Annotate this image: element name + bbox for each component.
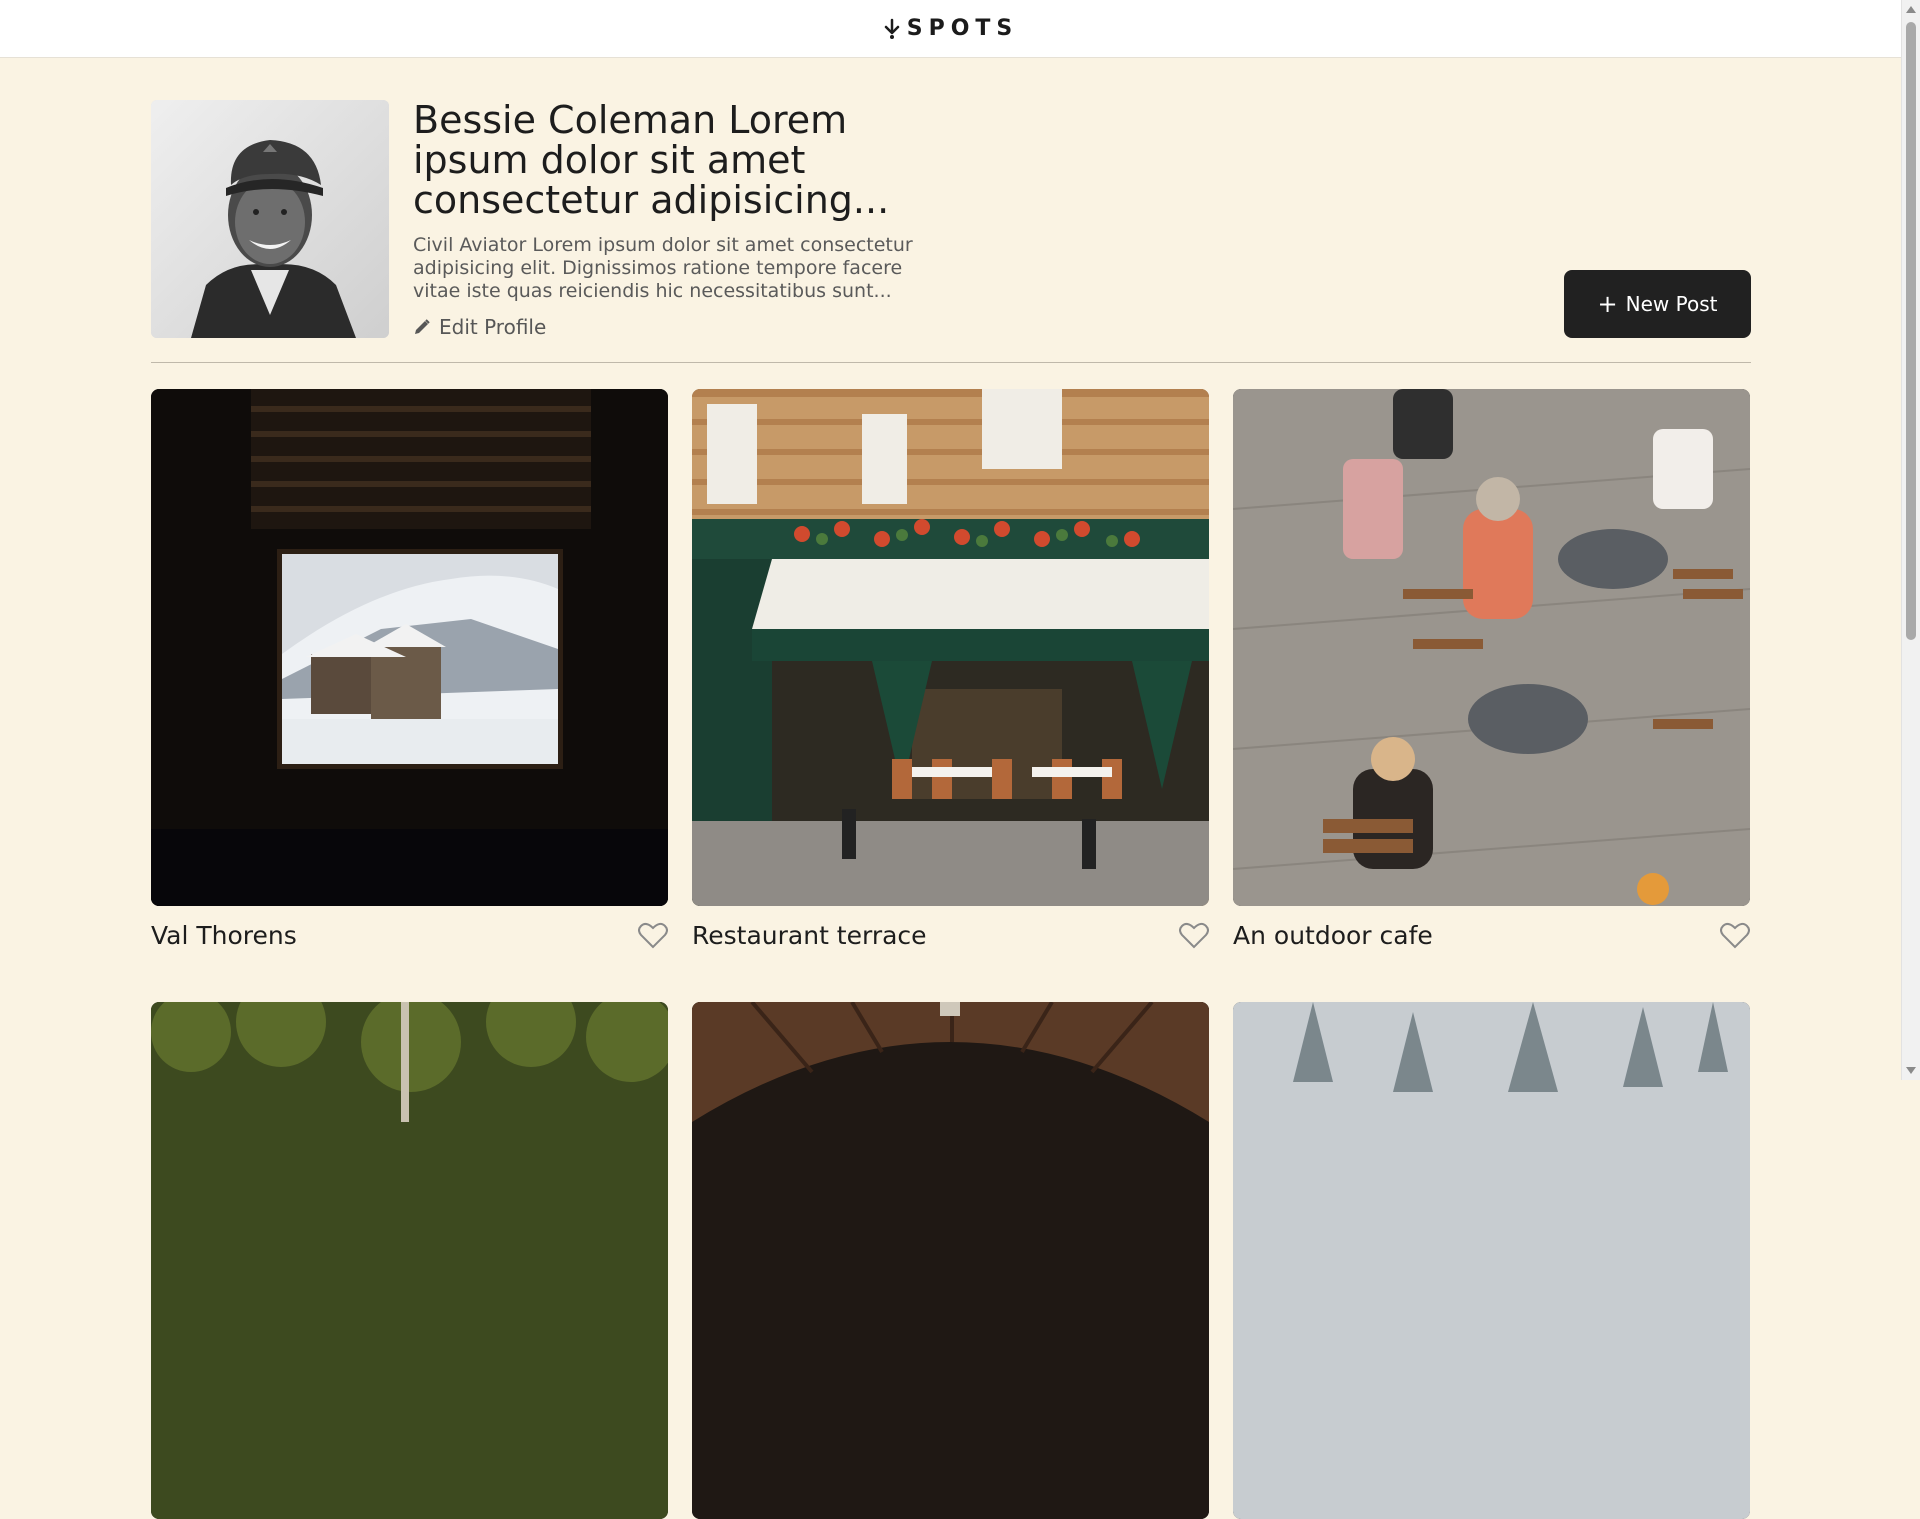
edit-profile-button[interactable]: Edit Profile: [413, 315, 546, 339]
window-snow-view-image: [151, 389, 668, 906]
card-footer: Restaurant terrace: [692, 920, 1209, 950]
profile-info: Bessie Coleman Lorem ipsum dolor sit ame…: [413, 100, 973, 340]
scroll-down-arrow-icon[interactable]: [1906, 1067, 1916, 1074]
profile-name: Bessie Coleman Lorem ipsum dolor sit ame…: [413, 98, 890, 222]
card-val-thorens: Val Thorens: [151, 389, 668, 950]
card-footer: An outdoor cafe: [1233, 920, 1750, 950]
card-image[interactable]: [1233, 389, 1750, 906]
card-footer: Val Thorens: [151, 920, 668, 950]
cafe-tables-image: [1233, 389, 1750, 906]
logo-text: SPOTS: [906, 16, 1019, 41]
new-post-label: New Post: [1625, 292, 1718, 316]
profile-description: Civil Aviator Lorem ipsum dolor sit amet…: [413, 234, 913, 302]
card-title: Val Thorens: [151, 920, 297, 950]
edit-profile-label: Edit Profile: [439, 315, 547, 339]
plus-icon: +: [1597, 290, 1618, 318]
card-image[interactable]: [692, 389, 1209, 906]
site-header: SPOTS: [0, 0, 1901, 58]
section-divider: [151, 362, 1751, 363]
profile-section: Bessie Coleman Lorem ipsum dolor sit ame…: [151, 100, 1751, 340]
card-outdoor-cafe: An outdoor cafe: [1233, 389, 1750, 950]
page-scrollbar[interactable]: [1901, 0, 1920, 1080]
card-restaurant-terrace: Restaurant terrace: [692, 389, 1209, 950]
profile-avatar: [151, 100, 389, 338]
scroll-up-arrow-icon[interactable]: [1906, 6, 1916, 13]
avatar-photo: [151, 100, 389, 338]
card-title: An outdoor cafe: [1233, 920, 1433, 950]
new-post-button[interactable]: + New Post: [1564, 270, 1751, 338]
heart-icon[interactable]: [1720, 921, 1750, 949]
card-title: Restaurant terrace: [692, 920, 927, 950]
heart-icon[interactable]: [1179, 921, 1209, 949]
cards-grid: Val Thorens Restaurant terrace An outdoo…: [151, 389, 1751, 1519]
spots-logo-icon: [884, 18, 899, 39]
restaurant-facade-image: [692, 389, 1209, 906]
spots-logo[interactable]: SPOTS: [883, 16, 1019, 41]
heart-icon[interactable]: [638, 921, 668, 949]
card-image[interactable]: [151, 389, 668, 906]
pencil-icon: [415, 319, 430, 334]
scroll-thumb[interactable]: [1906, 22, 1916, 640]
